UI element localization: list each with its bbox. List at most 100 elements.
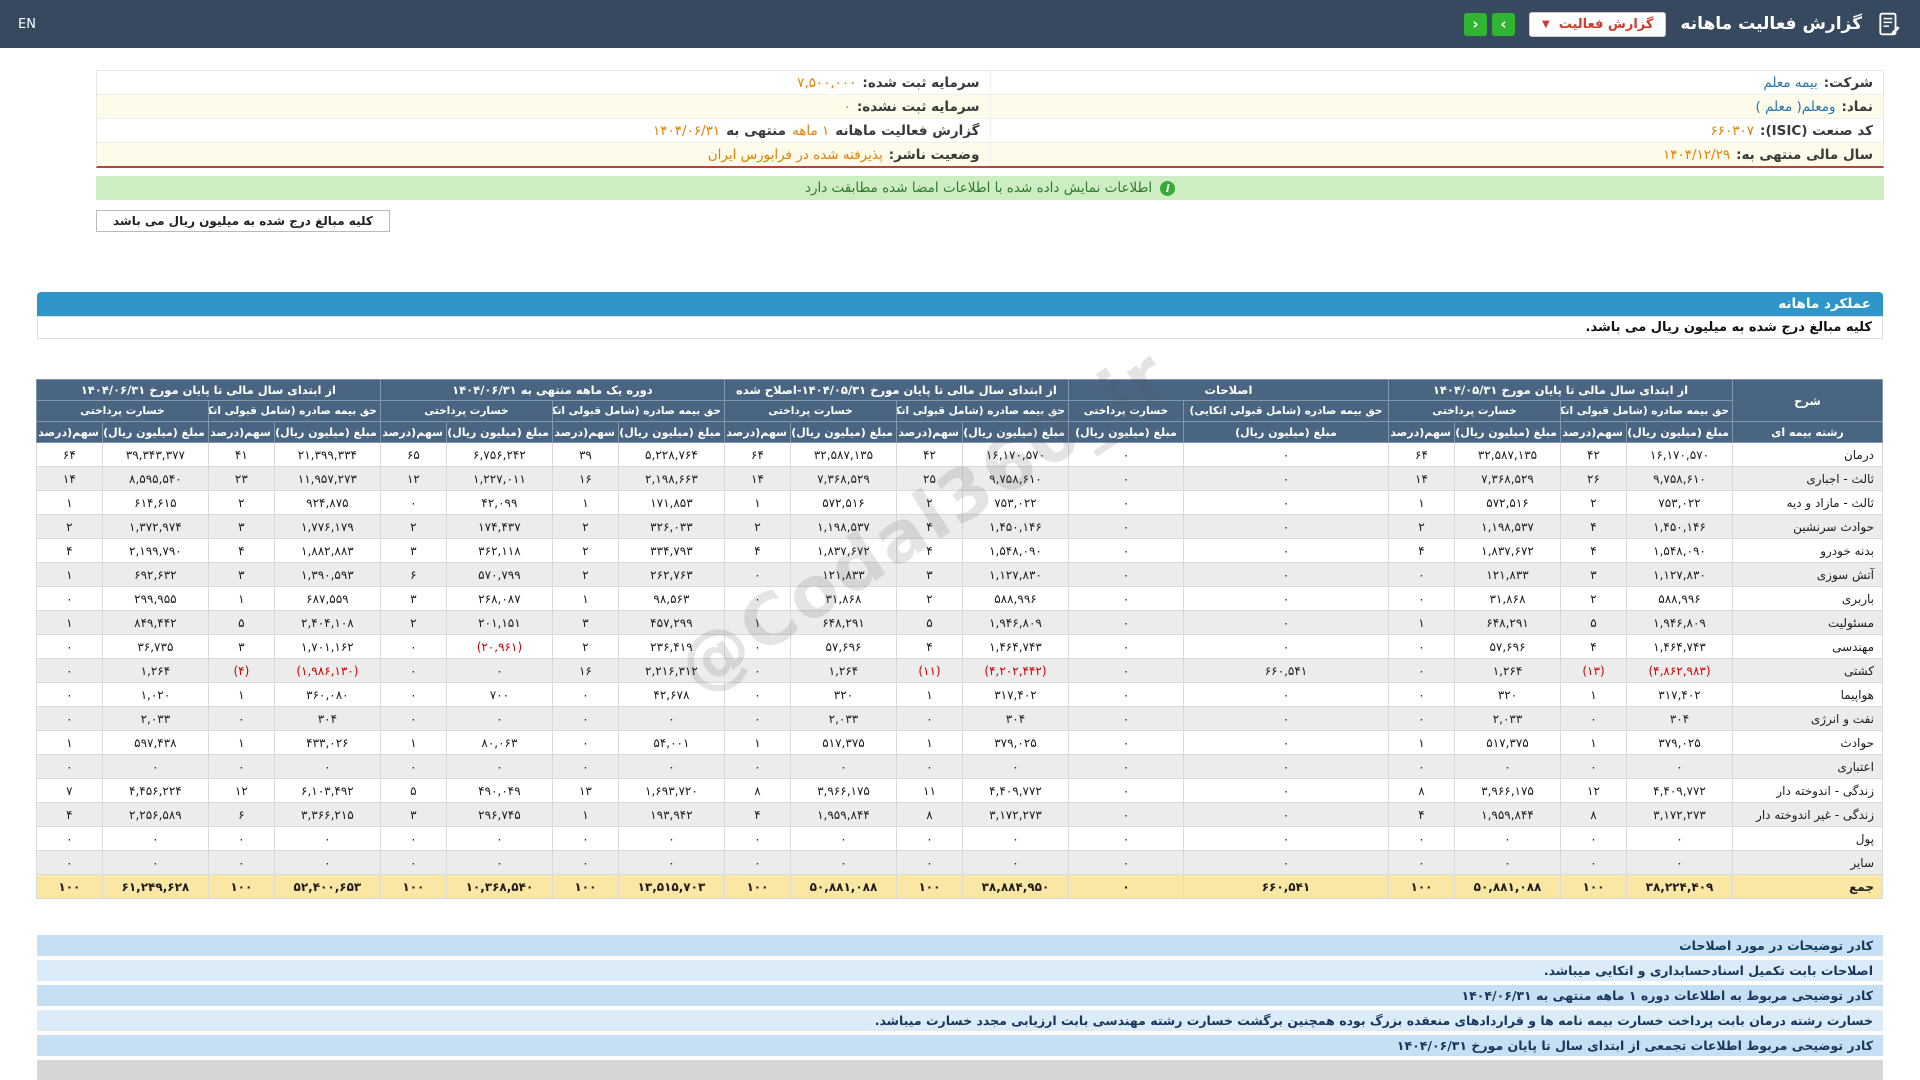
info-row: شرکت: بیمه معلم سرمایه ثبت شده: ۷,۵۰۰,۰۰… bbox=[97, 71, 1883, 95]
table-cell: ۴,۴۵۶,۲۲۴ bbox=[102, 779, 208, 803]
table-cell: ۰ bbox=[962, 827, 1068, 851]
chevron-right-icon: › bbox=[1500, 17, 1506, 32]
table-cell: ۰ bbox=[1455, 755, 1561, 779]
table-cell: ۰ bbox=[1068, 731, 1183, 755]
table-cell: ۳۷۹,۰۲۵ bbox=[962, 731, 1068, 755]
table-cell: ۷,۳۶۸,۵۲۹ bbox=[790, 467, 896, 491]
table-cell: ۱ bbox=[208, 731, 274, 755]
language-toggle[interactable]: EN bbox=[18, 17, 36, 32]
col-header-share: سهم(درصد) bbox=[1561, 422, 1627, 443]
insurance-line-label: نفت و انرژی bbox=[1733, 707, 1883, 731]
table-cell: ۴ bbox=[1561, 539, 1627, 563]
company-name-link[interactable]: بیمه معلم bbox=[1763, 75, 1817, 91]
table-cell: ۰ bbox=[36, 827, 102, 851]
table-cell: ۲۰۱,۱۵۱ bbox=[446, 611, 552, 635]
table-cell: ۰ bbox=[380, 851, 446, 875]
table-cell: ۱,۴۶۴,۷۴۳ bbox=[962, 635, 1068, 659]
fiscal-year-cell: سال مالی منتهی به: ۱۴۰۴/۱۲/۲۹ bbox=[990, 143, 1884, 166]
table-cell: ۷۵۳,۰۲۲ bbox=[962, 491, 1068, 515]
table-cell: ۳۲,۵۸۷,۱۳۵ bbox=[790, 443, 896, 467]
table-cell: ۰ bbox=[1068, 659, 1183, 683]
table-cell: ۱,۷۷۶,۱۷۹ bbox=[274, 515, 380, 539]
monthly-performance-section: عملکرد ماهانه کلیه مبالغ درج شده به میلی… bbox=[37, 292, 1883, 899]
table-cell: ۱۶ bbox=[552, 659, 618, 683]
col-header-amount: مبلغ (میلیون ریال) bbox=[618, 422, 724, 443]
table-cell: ۱ bbox=[724, 731, 790, 755]
note-bar: اصلاحات بابت تکمیل اسنادحسابداری و اتکای… bbox=[37, 960, 1883, 981]
report-type-select[interactable]: گزارش فعالیت ▼ bbox=[1529, 12, 1666, 37]
table-cell: ۰ bbox=[1627, 827, 1733, 851]
table-cell: ۰ bbox=[1627, 851, 1733, 875]
table-cell: ۰ bbox=[1183, 563, 1388, 587]
registered-capital-value: ۷,۵۰۰,۰۰۰ bbox=[797, 75, 856, 91]
table-cell: ۰ bbox=[1068, 707, 1183, 731]
table-cell: ۰ bbox=[1561, 827, 1627, 851]
isic-label: کد صنعت (ISIC): bbox=[1760, 123, 1873, 139]
col-header-amount: مبلغ (میلیون ریال) bbox=[274, 422, 380, 443]
table-cell: ۶۸۷,۵۵۹ bbox=[274, 587, 380, 611]
col-header-amount: مبلغ (میلیون ریال) bbox=[1183, 422, 1388, 443]
table-row: حوادث سرنشین۱,۴۵۰,۱۴۶۴۱,۱۹۸,۵۳۷۲۰۰۱,۴۵۰,… bbox=[36, 515, 1882, 539]
table-cell: ۳۶۲,۱۱۸ bbox=[446, 539, 552, 563]
table-cell: ۰ bbox=[102, 827, 208, 851]
col-subgroup-claims: خسارت پرداختی bbox=[724, 401, 896, 422]
table-cell: ۲ bbox=[1561, 491, 1627, 515]
table-cell: ۰ bbox=[380, 683, 446, 707]
signed-match-banner: i اطلاعات نمایش داده شده با اطلاعات امضا… bbox=[96, 176, 1884, 200]
table-cell: ۱۲۱,۸۳۳ bbox=[1455, 563, 1561, 587]
table-cell: ۴ bbox=[896, 515, 962, 539]
table-cell: ۰ bbox=[552, 683, 618, 707]
table-cell: ۶۴۸,۲۹۱ bbox=[790, 611, 896, 635]
table-cell: ۳ bbox=[380, 587, 446, 611]
table-cell: ۵ bbox=[1561, 611, 1627, 635]
table-cell: ۰ bbox=[1183, 611, 1388, 635]
symbol-link[interactable]: ومعلم( معلم ) bbox=[1755, 99, 1835, 115]
table-cell: ۲۳ bbox=[208, 467, 274, 491]
table-cell: (۲۰,۹۶۱) bbox=[446, 635, 552, 659]
table-row: بدنه خودرو۱,۵۴۸,۰۹۰۴۱,۸۳۷,۶۷۲۴۰۰۱,۵۴۸,۰۹… bbox=[36, 539, 1882, 563]
table-cell: ۵۷۲,۵۱۶ bbox=[1455, 491, 1561, 515]
table-cell: ۸۴۹,۴۴۲ bbox=[102, 611, 208, 635]
table-row: حوادث۳۷۹,۰۲۵۱۵۱۷,۳۷۵۱۰۰۳۷۹,۰۲۵۱۵۱۷,۳۷۵۱۵… bbox=[36, 731, 1882, 755]
col-header-desc: شرح bbox=[1733, 380, 1883, 422]
registered-capital-cell: سرمایه ثبت شده: ۷,۵۰۰,۰۰۰ bbox=[97, 71, 990, 94]
table-row: هواپیما۳۱۷,۴۰۲۱۳۲۰۰۰۰۳۱۷,۴۰۲۱۳۲۰۰۴۲,۶۷۸۰… bbox=[36, 683, 1882, 707]
table-cell: ۰ bbox=[1183, 755, 1388, 779]
table-row: پول۰۰۰۰۰۰۰۰۰۰۰۰۰۰۰۰۰۰ bbox=[36, 827, 1882, 851]
table-row: آتش سوزی۱,۱۲۷,۸۳۰۳۱۲۱,۸۳۳۰۰۰۱,۱۲۷,۸۳۰۳۱۲… bbox=[36, 563, 1882, 587]
table-cell: ۲ bbox=[552, 515, 618, 539]
table-cell: ۰ bbox=[1068, 803, 1183, 827]
table-cell: ۴,۴۰۹,۷۷۲ bbox=[962, 779, 1068, 803]
table-cell: ۱۰۰ bbox=[552, 875, 618, 899]
table-cell: ۰ bbox=[618, 851, 724, 875]
table-cell: ۳ bbox=[208, 515, 274, 539]
table-cell: ۰ bbox=[102, 851, 208, 875]
table-cell: ۴ bbox=[36, 539, 102, 563]
table-cell: ۸ bbox=[896, 803, 962, 827]
table-cell: ۱ bbox=[208, 587, 274, 611]
table-cell: ۰ bbox=[1388, 827, 1454, 851]
table-cell: ۲ bbox=[36, 515, 102, 539]
next-report-button[interactable]: › bbox=[1492, 13, 1515, 36]
table-cell: ۳ bbox=[552, 611, 618, 635]
table-cell: ۱ bbox=[36, 563, 102, 587]
table-cell: ۲ bbox=[552, 635, 618, 659]
table-cell: ۳,۱۷۲,۲۷۳ bbox=[962, 803, 1068, 827]
table-cell: ۱,۲۲۷,۰۱۱ bbox=[446, 467, 552, 491]
table-cell: ۱ bbox=[36, 611, 102, 635]
note-bar-empty bbox=[37, 1060, 1883, 1080]
report-period-mid: منتهی به bbox=[726, 123, 786, 139]
prev-report-button[interactable]: ‹ bbox=[1464, 13, 1487, 36]
table-cell: ۱۷۱,۸۵۳ bbox=[618, 491, 724, 515]
table-cell: ۰ bbox=[1068, 611, 1183, 635]
table-cell: ۰ bbox=[962, 851, 1068, 875]
table-cell: ۴ bbox=[896, 635, 962, 659]
table-cell: ۰ bbox=[1183, 827, 1388, 851]
table-cell: ۲,۰۳۳ bbox=[1455, 707, 1561, 731]
table-cell: ۱,۲۶۴ bbox=[1455, 659, 1561, 683]
table-cell: (۴,۸۶۲,۹۸۳) bbox=[1627, 659, 1733, 683]
table-cell: ۱,۶۹۳,۷۲۰ bbox=[618, 779, 724, 803]
table-cell: ۰ bbox=[1068, 563, 1183, 587]
note-bar: کادر توضیحی مربوط به اطلاعات دوره ۱ ماهه… bbox=[37, 985, 1883, 1006]
report-period-label: گزارش فعالیت ماهانه bbox=[835, 123, 979, 139]
